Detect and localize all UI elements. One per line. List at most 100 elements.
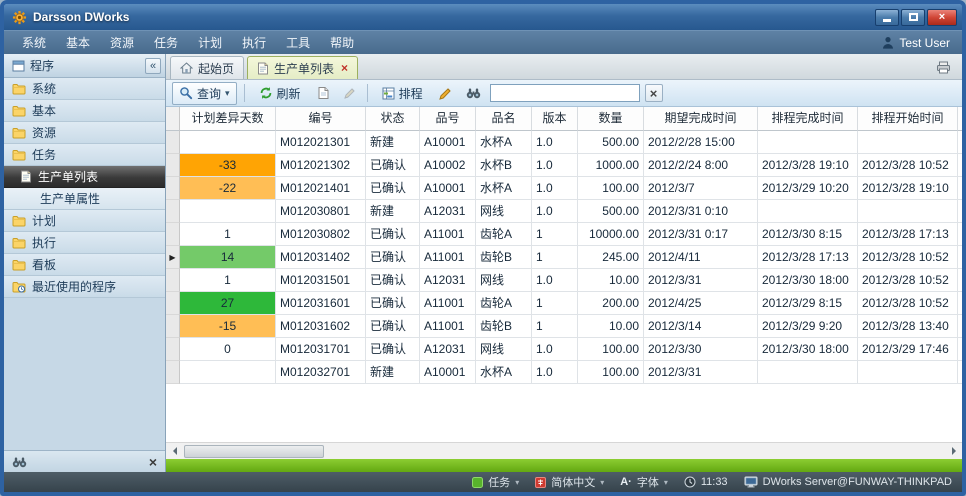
status-item-3[interactable]: A·字体▾ — [620, 474, 668, 490]
sidebar-item-3[interactable]: 资源 — [4, 122, 165, 144]
cell: 新建 — [366, 200, 420, 223]
cell: 1 — [532, 315, 578, 338]
menu-item-2[interactable]: 基本 — [56, 31, 100, 54]
column-header-11[interactable]: 首 — [958, 107, 962, 131]
sidebar-collapse-button[interactable]: « — [145, 58, 161, 74]
table-row-1[interactable]: M012021301新建A10001水杯A1.0500.002012/2/28 … — [166, 131, 962, 154]
folder-clock-icon — [12, 281, 26, 293]
user-menu[interactable]: Test User — [882, 36, 954, 50]
scroll-left-button[interactable] — [166, 443, 183, 459]
status-item-4[interactable]: 11:33 — [684, 476, 728, 488]
sidebar-item-4[interactable]: 任务 — [4, 144, 165, 166]
menu-item-4[interactable]: 任务 — [144, 31, 188, 54]
right-arrow-icon — [952, 447, 956, 455]
close-button[interactable]: × — [927, 9, 957, 26]
window-controls: × — [875, 9, 957, 26]
sidebar-item-label: 资源 — [32, 124, 56, 141]
sidebar-item-5[interactable]: 生产单列表 — [4, 166, 165, 188]
menu-item-3[interactable]: 资源 — [100, 31, 144, 54]
table-row-3[interactable]: -22M012021401已确认A10001水杯A1.0100.002012/3… — [166, 177, 962, 200]
column-header-10[interactable]: 排程开始时间 — [858, 107, 958, 131]
cell-plan-diff: 14 — [180, 246, 276, 269]
table-row-7[interactable]: 1M012031501已确认A12031网线1.010.002012/3/312… — [166, 269, 962, 292]
titlebar[interactable]: Darsson DWorks × — [4, 4, 962, 30]
edit-button[interactable] — [339, 84, 360, 103]
cell: 1000.00 — [578, 154, 644, 177]
toolbar: 查询 ▾ 刷新 排程 × — [166, 80, 962, 107]
search-input[interactable] — [490, 84, 640, 102]
cell — [958, 131, 962, 154]
maximize-button[interactable] — [901, 9, 925, 26]
cell: 2012/3/28 10:52 — [858, 154, 958, 177]
cell: 2012/4/11 — [644, 246, 758, 269]
cell: M012021401 — [276, 177, 366, 200]
menu-item-1[interactable]: 系统 — [12, 31, 56, 54]
horizontal-scrollbar[interactable] — [166, 442, 962, 459]
cell: 水杯B — [476, 154, 532, 177]
menu-item-8[interactable]: 帮助 — [320, 31, 364, 54]
cell-plan-diff — [180, 361, 276, 384]
sidebar-item-6[interactable]: 生产单属性 — [4, 188, 165, 210]
sidebar-item-label: 看板 — [32, 256, 56, 273]
sidebar-items: 系统基本资源任务生产单列表生产单属性计划执行看板最近使用的程序 — [4, 78, 165, 298]
menu-item-5[interactable]: 计划 — [188, 31, 232, 54]
scroll-thumb[interactable] — [184, 445, 324, 458]
chevron-down-icon: ▾ — [515, 478, 519, 487]
sidebar-item-7[interactable]: 计划 — [4, 210, 165, 232]
unschedule-button[interactable] — [435, 84, 457, 103]
search-clear-button[interactable]: × — [645, 84, 663, 102]
new-button[interactable] — [313, 83, 334, 103]
status-label: 简体中文 — [551, 474, 595, 490]
column-header-5[interactable]: 品名 — [476, 107, 532, 131]
cell: 245.00 — [578, 246, 644, 269]
table-row-8[interactable]: 27M012031601已确认A11001齿轮A1200.002012/4/25… — [166, 292, 962, 315]
minimize-button[interactable] — [875, 9, 899, 26]
table-row-2[interactable]: -33M012021302已确认A10002水杯B1.01000.002012/… — [166, 154, 962, 177]
column-header-7[interactable]: 数量 — [578, 107, 644, 131]
table-row-5[interactable]: 1M012030802已确认A11001齿轮A110000.002012/3/3… — [166, 223, 962, 246]
sidebar-item-1[interactable]: 系统 — [4, 78, 165, 100]
scroll-right-button[interactable] — [945, 443, 962, 459]
column-header-4[interactable]: 品号 — [420, 107, 476, 131]
cell: 齿轮A — [476, 223, 532, 246]
tab-1[interactable]: 起始页 — [170, 56, 244, 79]
column-header-6[interactable]: 版本 — [532, 107, 578, 131]
sidebar-item-8[interactable]: 执行 — [4, 232, 165, 254]
cell — [958, 292, 962, 315]
column-header-2[interactable]: 编号 — [276, 107, 366, 131]
row-selector — [166, 269, 180, 292]
status-item-5[interactable]: DWorks Server@FUNWAY-THINKPAD — [744, 476, 952, 488]
table-row-4[interactable]: M012030801新建A12031网线1.0500.002012/3/31 0… — [166, 200, 962, 223]
find-button[interactable] — [462, 84, 485, 102]
sidebar-footer-close-button[interactable]: × — [149, 455, 157, 469]
column-header-8[interactable]: 期望完成时间 — [644, 107, 758, 131]
status-item-1[interactable]: 任务▾ — [472, 474, 519, 490]
cell: 1.0 — [532, 200, 578, 223]
status-item-2[interactable]: 简体中文▾ — [535, 474, 604, 490]
sidebar-item-10[interactable]: 最近使用的程序 — [4, 276, 165, 298]
column-header-9[interactable]: 排程完成时间 — [758, 107, 858, 131]
sidebar-item-9[interactable]: 看板 — [4, 254, 165, 276]
table-row-9[interactable]: -15M012031602已确认A11001齿轮B110.002012/3/14… — [166, 315, 962, 338]
pencil-icon — [343, 87, 356, 100]
refresh-button[interactable]: 刷新 — [252, 82, 308, 105]
menu-item-6[interactable]: 执行 — [232, 31, 276, 54]
row-selector — [166, 315, 180, 338]
sidebar-item-2[interactable]: 基本 — [4, 100, 165, 122]
schedule-button[interactable]: 排程 — [375, 82, 430, 105]
cell: 已确认 — [366, 315, 420, 338]
printer-icon[interactable] — [936, 61, 951, 74]
column-header-1[interactable]: 计划差异天数 — [180, 107, 276, 131]
query-button[interactable]: 查询 ▾ — [172, 82, 237, 105]
table-row-6[interactable]: ▶14M012031402已确认A11001齿轮B1245.002012/4/1… — [166, 246, 962, 269]
cell — [958, 269, 962, 292]
table-row-11[interactable]: M012032701新建A10001水杯A1.0100.002012/3/31 — [166, 361, 962, 384]
tab-label: 起始页 — [198, 60, 234, 77]
column-header-3[interactable]: 状态 — [366, 107, 420, 131]
menu-items: 系统基本资源任务计划执行工具帮助 — [12, 31, 364, 54]
tab-2[interactable]: 生产单列表× — [247, 56, 358, 79]
table-row-10[interactable]: 0M012031701已确认A12031网线1.0100.002012/3/30… — [166, 338, 962, 361]
menu-item-7[interactable]: 工具 — [276, 31, 320, 54]
tab-close-icon[interactable]: × — [341, 62, 348, 74]
cell: 2012/3/28 13:40 — [858, 315, 958, 338]
